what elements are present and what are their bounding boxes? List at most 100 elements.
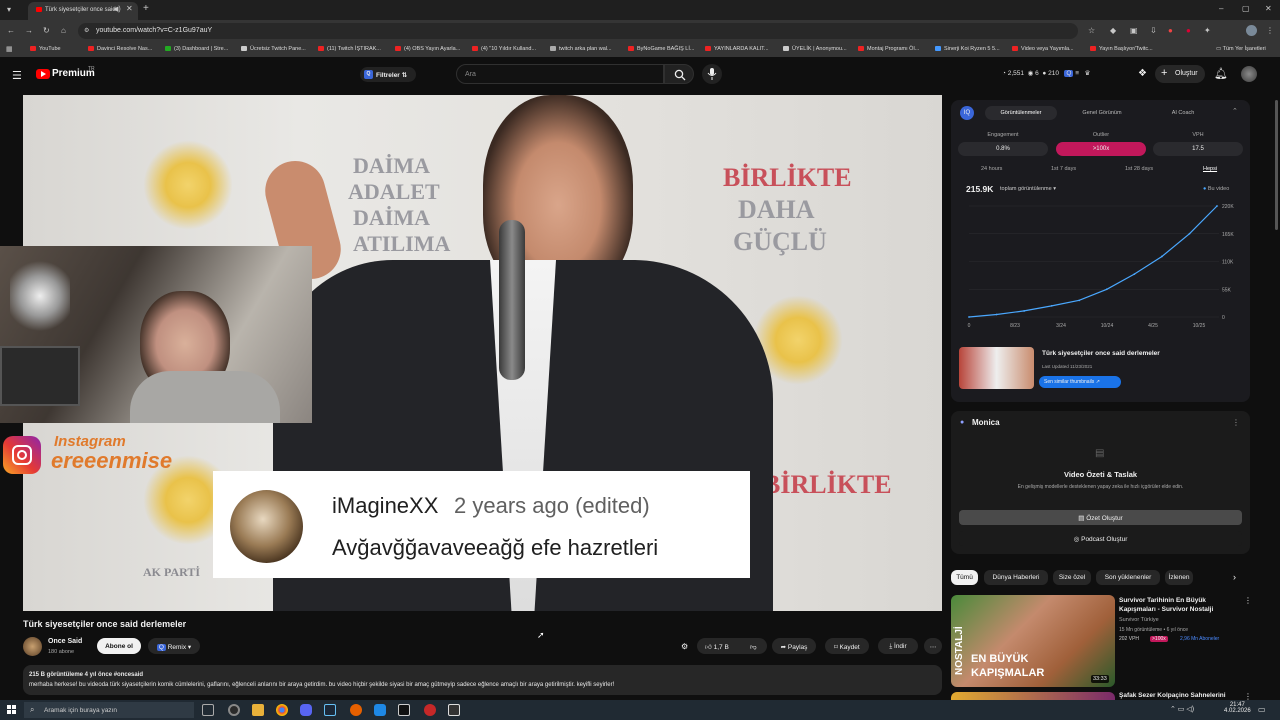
bookmark-item[interactable]: Montaj Programı Öl... [858,46,919,52]
collapse-chevron-icon[interactable]: ⌃ [1232,107,1238,115]
reload-icon[interactable]: ↻ [43,27,50,35]
file-explorer-icon[interactable] [252,704,264,716]
tab-overview[interactable]: Genel Görünüm [1066,106,1138,120]
app-icon[interactable] [448,704,460,716]
more-options-icon[interactable]: ⋮ [1232,418,1240,427]
hamburger-menu-icon[interactable]: ☰ [12,69,22,82]
browser-tab[interactable]: Türk siyesetçiler once said [28,2,138,20]
summary-button[interactable]: ▤ Özet Oluştur [959,510,1242,525]
download-button[interactable]: ⤓ İndir [878,638,918,654]
scrollbar-thumb[interactable] [1275,100,1278,230]
thumbs-up-icon[interactable]: 👍︎ [705,644,712,651]
bookmark-item[interactable]: YouTube [30,46,61,52]
account-avatar[interactable] [1241,66,1257,82]
subscribe-button[interactable]: Abone ol [97,638,141,654]
tab-views[interactable]: Görüntülenmeler [985,106,1057,120]
vidiq-stats[interactable]: ◔ 2,551 ◉ 6 ● 210 Q ≡ ♛ [1002,69,1090,77]
bookmark-item[interactable]: Davinci Resolve Nas... [88,46,152,52]
tab-ai-coach[interactable]: AI Coach [1147,106,1219,120]
similar-thumbnail[interactable] [959,347,1034,389]
chip-recent[interactable]: Son yüklenenler [1096,570,1160,585]
see-similar-button[interactable]: Sen similar thumbnails ↗ [1039,376,1121,388]
chip-all[interactable]: Tümü [951,570,978,585]
download-icon[interactable]: ⇩ [1150,27,1157,35]
app-icon[interactable] [398,704,410,716]
app-icon[interactable] [374,704,386,716]
apps-icon[interactable]: ▦ [6,46,13,54]
opera-icon[interactable] [424,704,436,716]
tray-icons[interactable]: ⌃ ▭ ◁) [1170,705,1194,713]
bookmark-item[interactable]: ByNoGame BAĞIŞ Lİ... [628,46,694,52]
bookmark-star-icon[interactable]: ☆ [1088,27,1095,35]
chevron-right-icon[interactable]: › [1233,572,1236,582]
range-all[interactable]: Hepsi [1203,166,1217,172]
bookmark-item[interactable]: Video veya Yayımla... [1012,46,1074,52]
more-actions-icon[interactable]: ⋯ [924,638,942,654]
next-thumbnail[interactable] [951,692,1115,700]
tab-menu-icon[interactable]: ▾ [7,6,11,14]
thumbs-down-icon[interactable]: 👎︎ [750,643,757,651]
bookmark-item[interactable]: (4) "10 Yıldır Kulland... [472,46,536,52]
bookmark-item[interactable]: Yayın Başlıyor/Twitc... [1090,46,1153,52]
recommendation-title[interactable]: Survivor Tarihinin En Büyük Kapışmaları … [1119,596,1239,614]
browser-menu-icon[interactable]: ⋮ [1266,27,1274,35]
profile-avatar[interactable] [1246,25,1257,36]
extensions-puzzle-icon[interactable]: ✦ [1204,27,1211,35]
url-input[interactable]: ⚙ youtube.com/watch?v=C-z1Gu97auY [78,23,1078,39]
bookmark-item[interactable]: ÜYELİK | Anonymou... [783,46,847,52]
speaker-icon[interactable]: ◀) [113,6,121,14]
discord-icon[interactable] [300,704,312,716]
range-24h[interactable]: 24 hours [981,166,1002,172]
extension-icon-2[interactable]: ▣ [1130,27,1138,35]
monica-icon[interactable]: ❖ [1138,68,1147,79]
forward-icon[interactable]: → [25,27,33,35]
chip-world-news[interactable]: Dünya Haberleri [984,570,1048,585]
voice-search-button[interactable] [702,64,722,84]
taskbar-search-input[interactable]: ⌕ Aramak için buraya yazın [24,702,194,718]
all-bookmarks[interactable]: ▭ Tüm Yer İşaretleri [1216,46,1266,52]
recommendation-channel[interactable]: Survivor Türkiye [1119,617,1159,623]
range-7d[interactable]: 1st 7 days [1051,166,1076,172]
bookmark-item[interactable]: YAYINLARDA KALIT... [705,46,769,52]
minimize-icon[interactable]: – [1219,5,1223,13]
next-recommendation-title[interactable]: Şafak Sezer Kolpaçino Sahnelerini [1119,692,1226,699]
close-tab-icon[interactable]: ✕ [126,5,133,13]
like-count[interactable]: 1,7 B [714,644,729,651]
extension-icon-4[interactable]: ● [1186,27,1191,35]
maximize-icon[interactable]: ▢ [1242,5,1250,13]
more-options-icon[interactable]: ⋮ [1244,596,1252,605]
bookmark-item[interactable]: (4) OBS Yayın Ayarla... [395,46,460,52]
obs-icon[interactable] [228,704,240,716]
chrome-icon[interactable] [276,704,288,716]
total-views-dropdown[interactable]: toplam görüntülenme ▾ [1000,186,1056,192]
channel-avatar[interactable] [23,637,42,656]
search-button[interactable] [664,64,694,84]
remix-button[interactable]: Q Remix ▾ [148,638,200,654]
clock[interactable]: 21:47 4.02.2026 [1224,702,1251,714]
bookmark-item[interactable]: Sinerji Koi Ryzen 5 5... [935,46,1000,52]
new-tab-icon[interactable]: + [143,4,149,14]
recommendation-thumbnail[interactable]: NOSTALJİ EN BÜYÜK KAPIŞMALAR 33:33 [951,595,1115,687]
gear-icon[interactable]: ⚙ [681,642,688,651]
create-button[interactable]: + Oluştur [1155,65,1205,83]
save-button[interactable]: ⌑ Kaydet [825,638,869,654]
steam-icon[interactable] [324,704,336,716]
podcast-button[interactable]: ◎ Podcast Oluştur [959,531,1242,546]
back-icon[interactable]: ← [7,27,15,35]
extension-icon-3[interactable]: ● [1168,27,1173,35]
search-input[interactable]: Ara [456,64,664,84]
notifications-bell-icon[interactable]: 🔔︎ [1214,67,1228,80]
bookmark-item[interactable]: (11) Twitch İŞTIRAK... [318,46,381,52]
channel-name[interactable]: Once Said [48,638,82,645]
chip-watched[interactable]: İzlenen [1165,570,1193,585]
bookmark-item[interactable]: twitch arka plan wal... [550,46,612,52]
description-box[interactable]: 215 B görüntüleme 4 yıl önce #oncesaid m… [23,665,942,695]
task-view-icon[interactable] [202,704,214,716]
share-button[interactable]: ➦ Paylaş [772,638,816,654]
range-28d[interactable]: 1st 28 days [1125,166,1153,172]
home-icon[interactable]: ⌂ [61,27,66,35]
site-info-icon[interactable]: ⚙ [84,27,89,35]
firefox-icon[interactable] [350,704,362,716]
extension-icon[interactable]: ◆ [1110,27,1116,35]
filters-button[interactable]: Q Filtreler ⇅ [360,67,416,82]
